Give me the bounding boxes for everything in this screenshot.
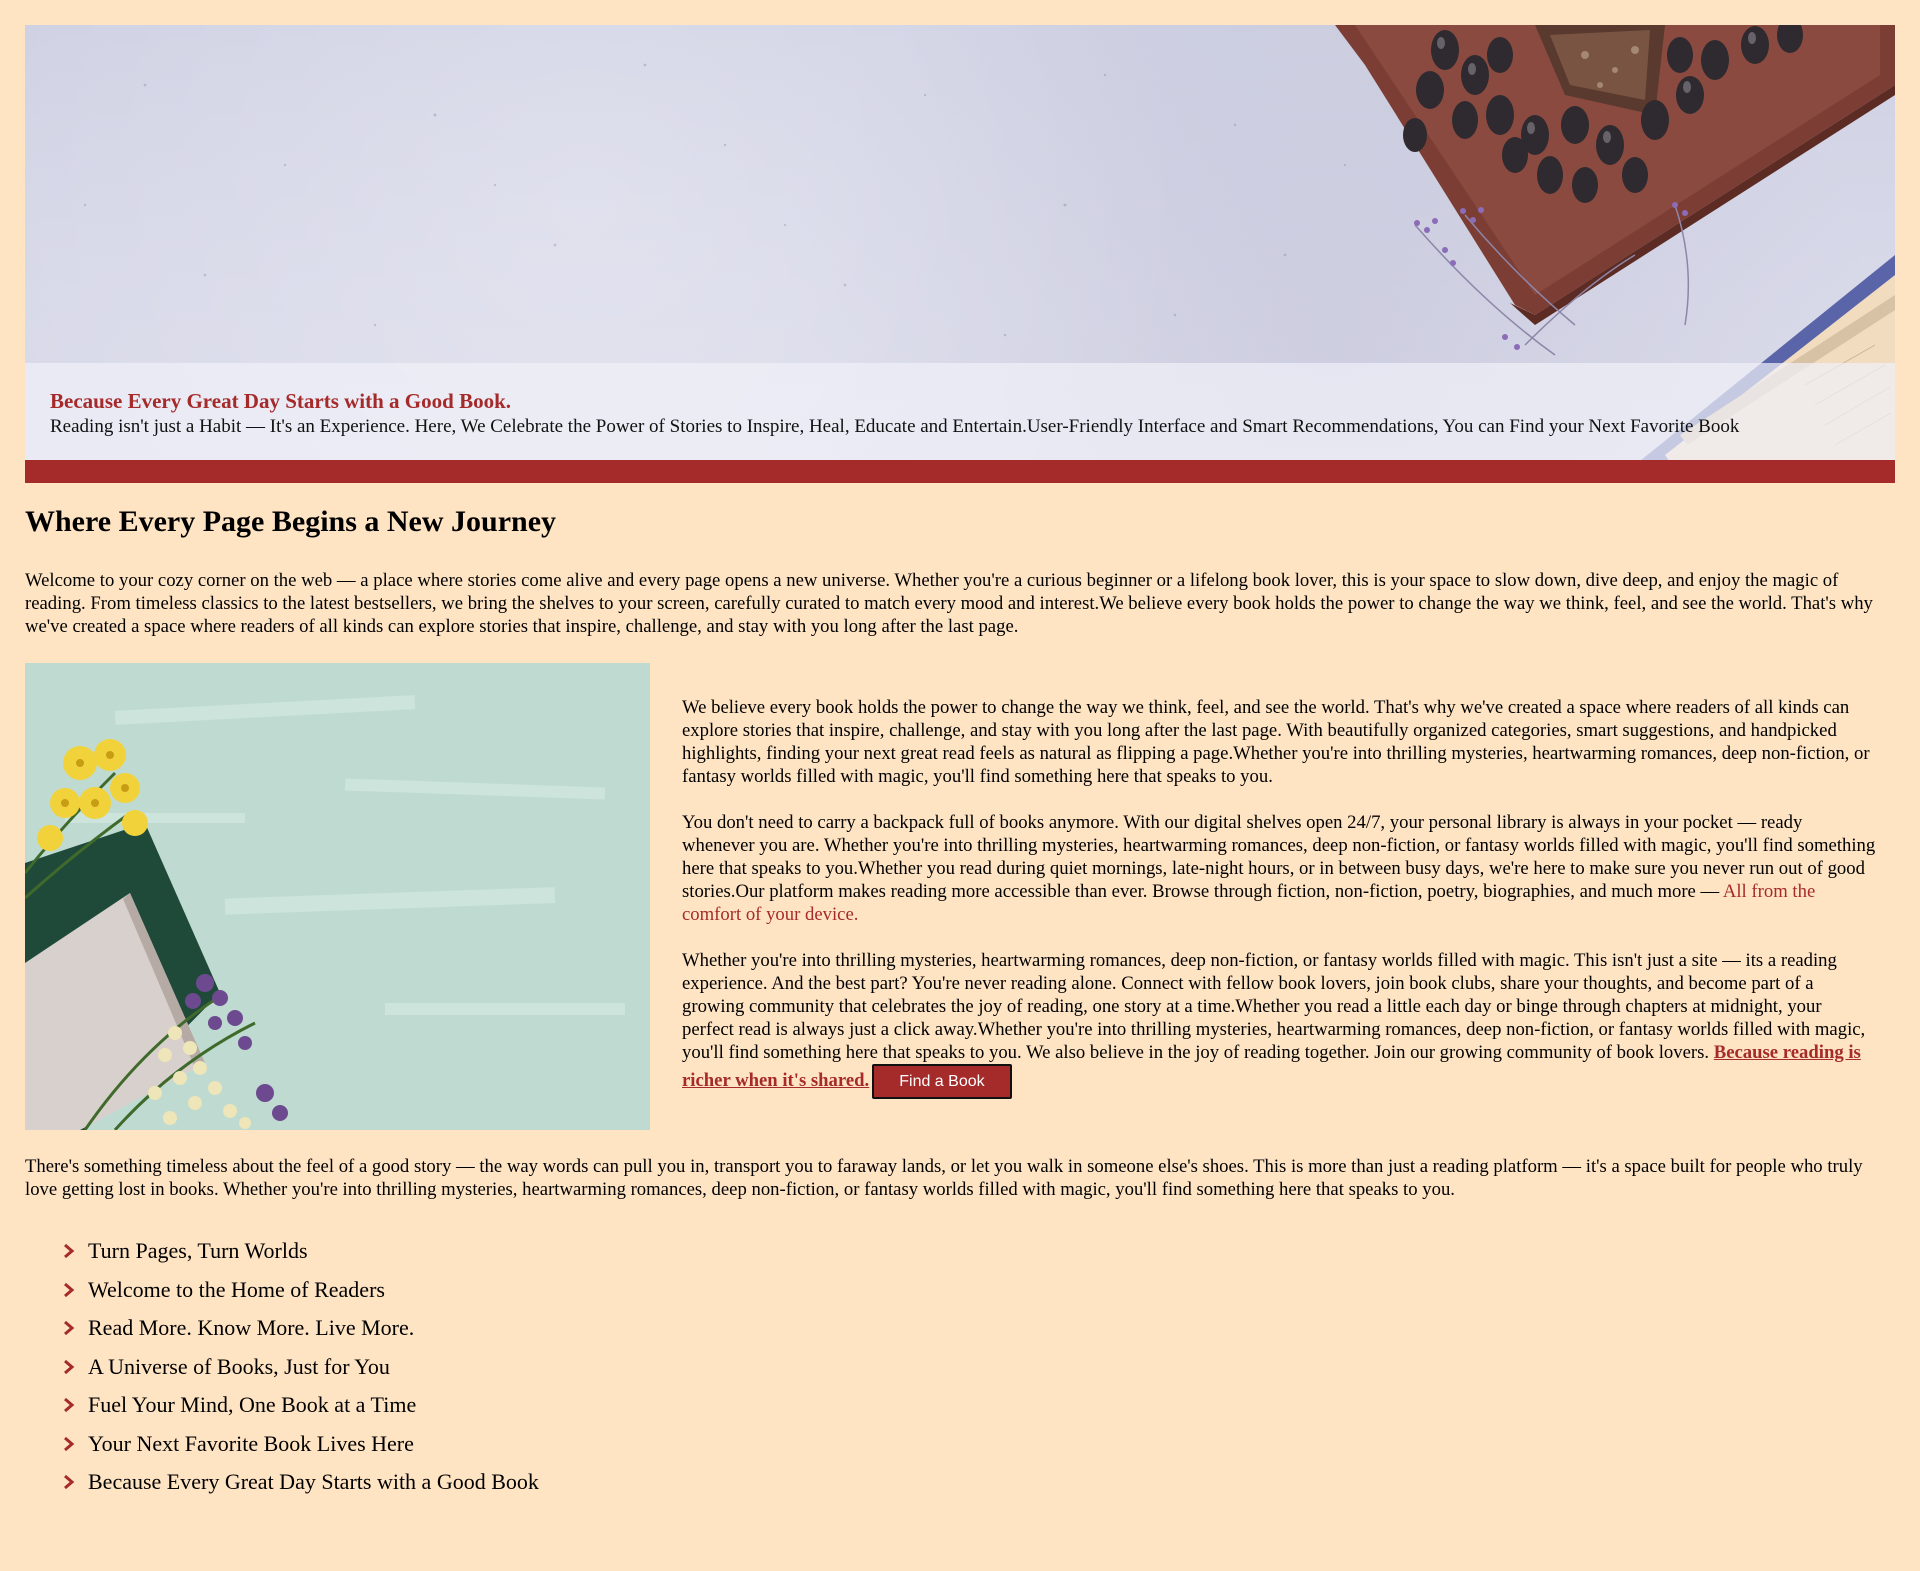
tagline-list: Turn Pages, Turn Worlds Welcome to the H…: [60, 1232, 539, 1502]
list-item: Because Every Great Day Starts with a Go…: [60, 1463, 539, 1502]
about-text-column: We believe every book holds the power to…: [682, 696, 1878, 1122]
outro-paragraph: There's something timeless about the fee…: [25, 1156, 1863, 1200]
tagline-text: Turn Pages, Turn Worlds: [88, 1238, 308, 1264]
intro-paragraph: Welcome to your cozy corner on the web —…: [25, 570, 1873, 637]
chevron-right-icon: [64, 1436, 75, 1451]
about-paragraph-3-text: Whether you're into thrilling mysteries,…: [682, 950, 1866, 1063]
tagline-text: Because Every Great Day Starts with a Go…: [88, 1469, 539, 1495]
books-and-flowers-illustration: [25, 663, 650, 1130]
hero-accent-bar: [25, 460, 1895, 483]
about-paragraph-2-text: You don't need to carry a backpack full …: [682, 812, 1876, 902]
tagline-text: Your Next Favorite Book Lives Here: [88, 1430, 414, 1456]
tagline-text: Welcome to the Home of Readers: [88, 1276, 385, 1302]
about-paragraph-3: Whether you're into thrilling mysteries,…: [682, 949, 1878, 1099]
list-item: Turn Pages, Turn Worlds: [60, 1232, 539, 1271]
chevron-right-icon: [64, 1359, 75, 1374]
chevron-right-icon: [64, 1321, 75, 1336]
list-item: Your Next Favorite Book Lives Here: [60, 1425, 539, 1464]
chevron-right-icon: [64, 1282, 75, 1297]
list-item: Read More. Know More. Live More.: [60, 1309, 539, 1348]
chevron-right-icon: [64, 1398, 75, 1413]
list-item: A Universe of Books, Just for You: [60, 1348, 539, 1387]
tagline-text: A Universe of Books, Just for You: [88, 1353, 390, 1379]
hero-caption-overlay: Because Every Great Day Starts with a Go…: [25, 363, 1895, 460]
tagline-text: Fuel Your Mind, One Book at a Time: [88, 1392, 417, 1418]
hero-subtitle: Reading isn't just a Habit — It's an Exp…: [50, 416, 1740, 437]
chevron-right-icon: [64, 1244, 75, 1259]
hero-banner: Because Every Great Day Starts with a Go…: [25, 25, 1895, 483]
list-item: Fuel Your Mind, One Book at a Time: [60, 1386, 539, 1425]
books-and-flowers-image: [25, 663, 650, 1130]
page-title: Where Every Page Begins a New Journey: [25, 505, 557, 538]
chevron-right-icon: [64, 1475, 75, 1490]
list-item: Welcome to the Home of Readers: [60, 1271, 539, 1310]
about-paragraph-1: We believe every book holds the power to…: [682, 697, 1870, 787]
hero-title: Because Every Great Day Starts with a Go…: [50, 389, 512, 413]
about-paragraph-2: You don't need to carry a backpack full …: [682, 811, 1878, 926]
find-a-book-button[interactable]: Find a Book: [872, 1064, 1012, 1099]
tagline-text: Read More. Know More. Live More.: [88, 1315, 415, 1341]
